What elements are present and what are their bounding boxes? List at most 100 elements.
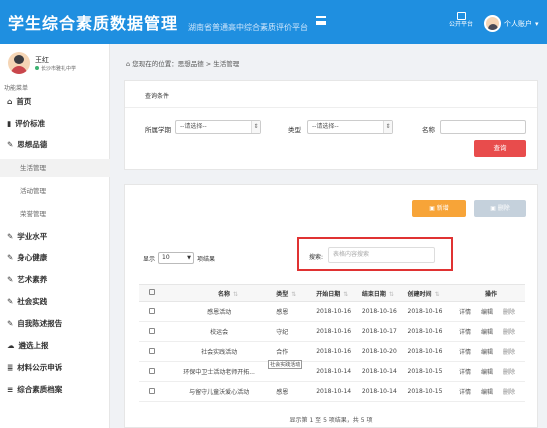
- public-platform-label: 公开平台: [449, 21, 474, 28]
- sidebar-item-standards[interactable]: ▮ 评价标准: [0, 118, 110, 129]
- row-checkbox[interactable]: [139, 361, 166, 382]
- cell-end: 2018-10-17: [357, 321, 404, 342]
- menu-toggle-icon[interactable]: [316, 16, 326, 25]
- edit-link[interactable]: 编辑: [481, 349, 493, 356]
- sidebar-item-label: 遴选上报: [18, 341, 49, 350]
- row-checkbox[interactable]: [139, 341, 166, 362]
- query-title: 查询条件: [145, 93, 170, 100]
- cell-end: 2018-10-16: [357, 301, 404, 322]
- menu-title: 功能菜单: [4, 85, 29, 92]
- edit-link[interactable]: 编辑: [481, 329, 493, 336]
- sidebar-item-academic[interactable]: ✎ 学业水平: [0, 231, 110, 242]
- search-input[interactable]: 表格内容搜索: [328, 247, 435, 263]
- top-header: 学生综合素质数据管理 湖南省普通高中综合素质评价平台 公开平台 个人账户 ▾: [0, 0, 547, 44]
- sidebar-item-home[interactable]: ⌂ 首页: [0, 96, 110, 107]
- add-button[interactable]: ▣ 新增: [412, 200, 466, 217]
- sidebar-item-label: 评价标准: [15, 119, 46, 128]
- cell-created: 2018-10-15: [403, 381, 455, 402]
- term-label: 所属学期: [145, 126, 171, 134]
- breadcrumb-path: 思想品德 > 生活管理: [177, 60, 240, 68]
- column-header-created[interactable]: 创建时间 ⇅: [403, 284, 455, 302]
- cell-name: 社会实践活动: [165, 341, 273, 362]
- checkbox-icon: [149, 289, 156, 295]
- cell-end: 2018-10-14: [357, 361, 404, 382]
- delete-link[interactable]: 删除: [503, 389, 515, 396]
- cell-created: 2018-10-16: [403, 321, 455, 342]
- select-all-checkbox[interactable]: [139, 284, 166, 302]
- sidebar-item-social[interactable]: ✎ 社会实践: [0, 296, 110, 307]
- search-label: 搜索:: [309, 254, 324, 261]
- archive-icon: ≡: [7, 385, 14, 394]
- detail-link[interactable]: 详情: [459, 349, 471, 356]
- cell-name: 与留守儿童沃爱心活动: [165, 381, 273, 402]
- cell-start: 2018-10-14: [312, 381, 358, 402]
- query-panel: 查询条件 所属学期 --请选择-- ⇕ 类型 --请选择-- ⇕ 名称 查询: [124, 80, 538, 170]
- cell-type: 感恩: [272, 301, 313, 322]
- account-menu[interactable]: 个人账户 ▾: [484, 15, 539, 32]
- table-row: 校运会 守纪 2018-10-16 2018-10-17 2018-10-16 …: [139, 321, 525, 342]
- row-checkbox[interactable]: [139, 301, 166, 322]
- column-header-end[interactable]: 结束日期 ⇅: [357, 284, 404, 302]
- checkbox-icon: [149, 327, 156, 334]
- detail-link[interactable]: 详情: [459, 309, 471, 316]
- type-label: 类型: [288, 126, 301, 134]
- sidebar: 王红 长沙市雅礼中学 功能菜单 ⌂ 首页 ▮ 评价标准 ✎ 思想品德 生活管理 活动管…: [0, 44, 110, 428]
- name-label: 名称: [422, 126, 435, 134]
- table-header-row: 名称 ⇅ 类型 ⇅ 开始日期 ⇅ 结束日期 ⇅ 创建时间 ⇅ 操作: [139, 284, 525, 302]
- sidebar-item-self-report[interactable]: ✎ 自我陈述报告: [0, 318, 110, 329]
- delete-link[interactable]: 删除: [503, 329, 515, 336]
- sidebar-item-label: 身心健康: [17, 253, 48, 262]
- list-panel: ▣ 新增 ▣ 删除 显示 10 项结果 搜索: 表格内容搜索 名称⇅ 类型⇅ 开…: [124, 184, 538, 428]
- table-info: 显示第 1 至 5 项结果，共 5 项: [289, 417, 373, 424]
- row-checkbox[interactable]: [139, 381, 166, 402]
- term-select[interactable]: --请选择-- ⇕: [175, 120, 261, 134]
- column-header-name[interactable]: 名称 ⇅: [165, 284, 273, 302]
- sidebar-item-archive[interactable]: ≡ 综合素质档案: [0, 384, 110, 395]
- search-highlight-box: 搜索: 表格内容搜索: [297, 237, 453, 271]
- sidebar-subitem-activity[interactable]: 活动管理: [0, 185, 110, 195]
- sidebar-item-appeal[interactable]: ≣ 材料公示申诉: [0, 362, 110, 373]
- platform-subtitle: 湖南省普通高中综合素质评价平台: [188, 23, 308, 32]
- checkbox-icon: [149, 347, 156, 354]
- cell-name: 校运会: [165, 321, 273, 342]
- sidebar-subitem-honor[interactable]: 荣誉管理: [0, 208, 110, 218]
- account-label: 个人账户: [504, 19, 532, 28]
- page-size-select[interactable]: 10: [158, 252, 195, 264]
- edit-link[interactable]: 编辑: [481, 309, 493, 316]
- book-icon: ▮: [7, 119, 12, 128]
- breadcrumb: ⌂ 您现在的位置：思想品德 > 生活管理: [126, 58, 239, 68]
- column-header-label: 结束日期: [361, 290, 386, 298]
- column-header-start[interactable]: 开始日期 ⇅: [312, 284, 358, 302]
- detail-link[interactable]: 详情: [459, 389, 471, 396]
- sidebar-item-label: 综合素质档案: [17, 385, 63, 394]
- row-checkbox[interactable]: [139, 321, 166, 342]
- monitor-icon: [456, 12, 466, 20]
- edit-link[interactable]: 编辑: [481, 369, 493, 376]
- column-header-label: 名称: [217, 290, 230, 298]
- delete-button[interactable]: ▣ 删除: [474, 200, 526, 217]
- cell-type: 合作: [272, 341, 313, 362]
- query-button[interactable]: 查询: [474, 140, 526, 157]
- cloud-upload-icon: ☁: [7, 341, 15, 350]
- sidebar-item-health[interactable]: ✎ 身心健康: [0, 252, 110, 263]
- sidebar-item-submit[interactable]: ☁ 遴选上报: [0, 340, 110, 351]
- column-header-type[interactable]: 类型 ⇅: [272, 284, 313, 302]
- edit-link[interactable]: 编辑: [481, 389, 493, 396]
- public-platform-button[interactable]: 公开平台: [449, 12, 473, 29]
- delete-link[interactable]: 删除: [503, 309, 515, 316]
- sidebar-subitem-life[interactable]: 生活管理: [0, 159, 110, 177]
- type-select[interactable]: --请选择-- ⇕: [307, 120, 393, 134]
- detail-link[interactable]: 详情: [459, 369, 471, 376]
- sort-icon: ⇅: [434, 290, 440, 298]
- cell-type: 守纪: [272, 321, 313, 342]
- divider: [125, 107, 537, 108]
- delete-link[interactable]: 删除: [503, 349, 515, 356]
- detail-link[interactable]: 详情: [459, 329, 471, 336]
- sidebar-item-art[interactable]: ✎ 艺术素养: [0, 274, 110, 285]
- name-input[interactable]: [440, 120, 526, 134]
- data-table: 名称 ⇅ 类型 ⇅ 开始日期 ⇅ 结束日期 ⇅ 创建时间 ⇅ 操作 感恩活动 感恩 201…: [139, 284, 525, 402]
- sidebar-item-morality[interactable]: ✎ 思想品德: [0, 139, 110, 150]
- sidebar-item-label: 材料公示申诉: [17, 363, 63, 372]
- delete-link[interactable]: 删除: [503, 369, 515, 376]
- edit-icon: ✎: [7, 140, 14, 149]
